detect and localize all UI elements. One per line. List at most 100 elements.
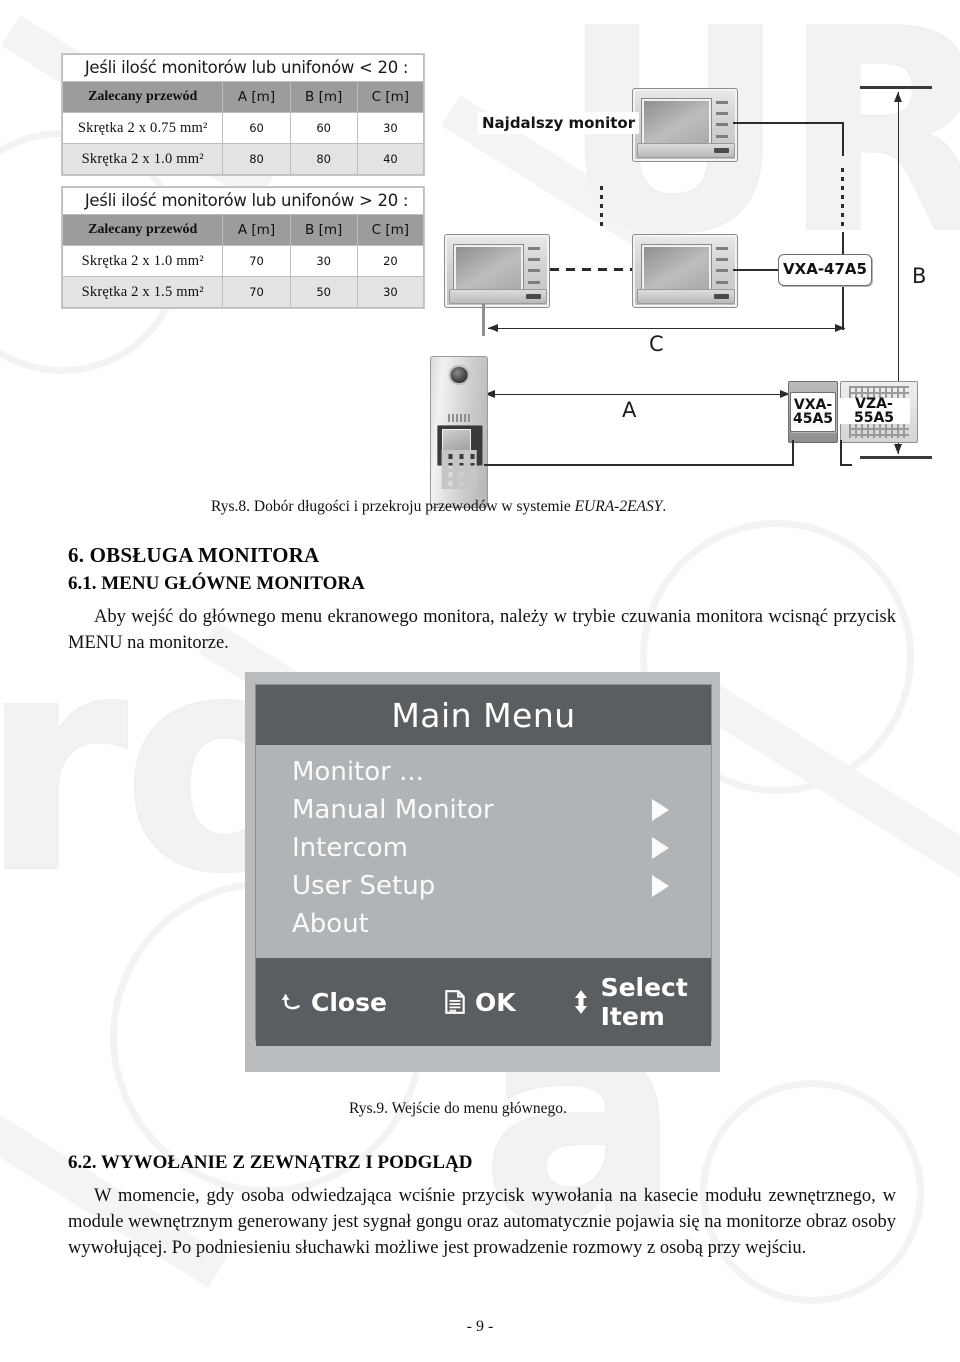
monitor-base: [637, 143, 735, 159]
dim-c-arrow: [488, 324, 845, 332]
column-header-b: B [m]: [289, 214, 358, 246]
figure-8-wiring-diagram: Jeśli ilość monitorów lub unifonów < 20 …: [0, 28, 960, 508]
table-header-row: Zalecany przewód A [m] B [m] C [m]: [61, 81, 425, 113]
osd-menu-item-user-setup[interactable]: User Setup: [256, 867, 711, 905]
section-6-heading: 6. OBSŁUGA MONITORA: [68, 543, 320, 567]
cell-a: 60: [222, 112, 291, 144]
osd-title[interactable]: Main Menu: [256, 685, 711, 745]
table-row: Skrętka 2 x 1.0 mm² 70 30 20: [61, 245, 425, 277]
cell-wire-type: Skrętka 2 x 1.0 mm²: [61, 143, 224, 175]
cell-a: 70: [222, 245, 291, 277]
up-down-arrow-icon: [574, 990, 587, 1014]
osd-menu-item-intercom[interactable]: Intercom: [256, 829, 711, 867]
osd-ok-label: OK: [474, 987, 516, 1017]
wire-monitor-chain-dashed: [550, 268, 632, 271]
figure-9-osd-screenshot: Main Menu Monitor ... Manual Monitor Int…: [245, 672, 720, 1072]
page-number: - 9 -: [466, 1318, 494, 1335]
chevron-right-icon: [652, 837, 669, 859]
wire-bus-top: [842, 122, 844, 156]
cell-b: 30: [289, 245, 358, 277]
section-6-2-paragraph: W momencie, gdy osoba odwiedzająca wciśn…: [68, 1186, 896, 1258]
cell-c: 30: [356, 112, 425, 144]
column-header-a: A [m]: [222, 214, 291, 246]
monitor-buttons: [716, 246, 728, 284]
osd-menu-item-about[interactable]: About: [256, 905, 711, 943]
figure-8-caption-suffix: .: [662, 498, 667, 515]
monitor-buttons: [716, 100, 728, 138]
osd-menu-item-monitor[interactable]: Monitor ...: [256, 753, 711, 791]
cell-c: 30: [356, 276, 425, 308]
chevron-right-icon: [652, 875, 669, 897]
wire-psu-riser-right: [840, 440, 842, 466]
osd-menu-item-label: About: [292, 909, 369, 939]
monitor-middle: [632, 234, 738, 308]
column-header-wire: Zalecany przewód: [61, 81, 224, 113]
wire-bus-dotted: [841, 168, 844, 228]
osd-menu-item-label: Monitor ...: [292, 757, 424, 787]
table-title: Jeśli ilość monitorów lub unifonów < 20 …: [62, 54, 424, 82]
table-header-row: Zalecany przewód A [m] B [m] C [m]: [61, 214, 425, 246]
wire-middle-to-distributor: [733, 269, 779, 271]
manual-page: Jeśli ilość monitorów lub unifonów < 20 …: [0, 0, 960, 1362]
document-icon: [445, 990, 465, 1014]
monitor-screen: [641, 244, 712, 295]
osd-select-item-button[interactable]: Select Item: [568, 973, 711, 1031]
farthest-monitor-label: Najdalszy monitor: [478, 112, 640, 134]
cell-a: 70: [222, 276, 291, 308]
figure-8-caption: Rys.8. Dobór długości i przekroju przewo…: [211, 498, 666, 516]
cell-b: 60: [289, 112, 358, 144]
cable-length-tables: Jeśli ilość monitorów lub unifonów < 20 …: [61, 54, 425, 320]
camera-icon: [448, 364, 470, 386]
table-row: Skrętka 2 x 0.75 mm² 60 60 30: [61, 112, 425, 144]
module-vxa-45a5-label-text: VXA-45A5: [792, 396, 834, 427]
osd-menu-list: Monitor ... Manual Monitor Intercom User…: [256, 745, 711, 958]
cell-wire-type: Skrętka 2 x 1.5 mm²: [61, 276, 224, 308]
wire-door-to-psu: [484, 464, 794, 466]
table-title: Jeśli ilość monitorów lub unifonów > 20 …: [62, 187, 424, 215]
chevron-right-icon: [652, 799, 669, 821]
osd-close-label: Close: [311, 987, 387, 1017]
monitor-base: [637, 289, 735, 305]
monitor-screen: [641, 98, 712, 149]
table-title-row: Jeśli ilość monitorów lub unifonów < 20 …: [62, 54, 424, 82]
cell-b: 80: [289, 143, 358, 175]
column-header-wire: Zalecany przewód: [61, 214, 224, 246]
wire-top-monitor-to-bus: [733, 122, 844, 124]
distributor-vxa-47a5: VXA-47A5: [778, 254, 872, 286]
dim-b-tick-bottom: [860, 456, 932, 459]
osd-menu-item-label: User Setup: [292, 871, 436, 901]
wire-psu-out: [840, 464, 852, 466]
cable-table-over-20: Jeśli ilość monitorów lub unifonów > 20 …: [61, 187, 425, 308]
osd-close-button[interactable]: Close: [278, 988, 387, 1017]
dim-b-tick-top: [860, 86, 932, 89]
cell-b: 50: [289, 276, 358, 308]
dim-a-label: A: [618, 398, 641, 422]
monitor-top: [632, 88, 738, 162]
table-title-row: Jeśli ilość monitorów lub unifonów > 20 …: [62, 187, 424, 215]
osd-ok-button[interactable]: OK: [442, 988, 516, 1017]
module-vxa-45a5-label: VXA-45A5: [790, 392, 836, 432]
wire-vertical-dotted-middle: [600, 186, 603, 228]
table-row: Skrętka 2 x 1.0 mm² 80 80 40: [61, 143, 425, 175]
dim-c-label: C: [645, 332, 668, 356]
section-6-1-heading: 6.1. MENU GŁÓWNE MONITORA: [68, 573, 365, 594]
system-wiring-schematic: Najdalszy monitor VXA-47A5 B C A VXA-45A…: [430, 36, 945, 508]
door-station-panel: [430, 356, 488, 508]
osd-softkey-bar: Close OK Select Item: [256, 958, 711, 1046]
osd-menu-item-label: Manual Monitor: [292, 795, 494, 825]
figure-9-caption: Rys.9. Wejście do menu głównego.: [349, 1100, 567, 1117]
monitor-base: [449, 289, 547, 305]
osd-select-label: Select Item: [600, 973, 688, 1031]
keypad: [441, 450, 477, 489]
cell-c: 40: [356, 143, 425, 175]
cable-table-under-20: Jeśli ilość monitorów lub unifonów < 20 …: [61, 54, 425, 175]
wire-psu-riser-left: [792, 440, 794, 466]
power-supply-label: VZA-55A5: [838, 397, 910, 425]
back-arrow-icon: [281, 994, 300, 1010]
column-header-a: A [m]: [222, 81, 291, 113]
dim-a-arrow: [485, 390, 790, 398]
column-header-c: C [m]: [356, 214, 425, 246]
column-header-b: B [m]: [289, 81, 358, 113]
monitor-left: [444, 234, 550, 308]
osd-menu-item-manual-monitor[interactable]: Manual Monitor: [256, 791, 711, 829]
